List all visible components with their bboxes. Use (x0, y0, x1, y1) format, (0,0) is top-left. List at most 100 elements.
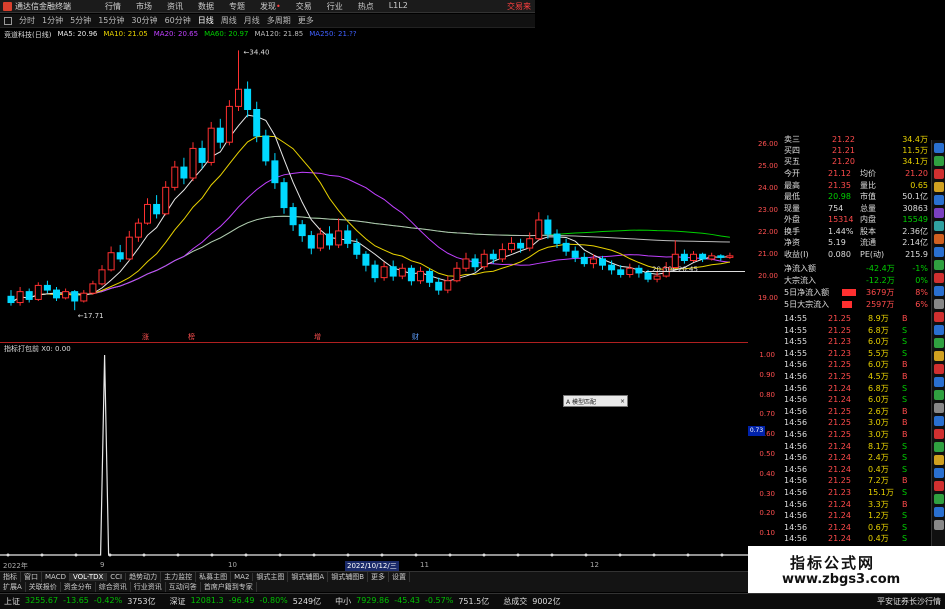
candle[interactable] (189, 142, 197, 182)
indicator-tab[interactable]: 窗口 (21, 572, 42, 582)
trade-link[interactable]: 交易来 (507, 1, 531, 12)
candle[interactable] (389, 260, 397, 281)
candle[interactable] (635, 265, 643, 278)
candle[interactable] (253, 101, 261, 143)
indicator-tab[interactable]: MA2 (231, 573, 254, 581)
candle[interactable] (98, 265, 106, 286)
menu-item[interactable]: 发现• (260, 1, 281, 12)
indicator-tab[interactable]: 指标 (0, 572, 21, 582)
toolbar-icon[interactable] (934, 299, 944, 309)
candle[interactable] (508, 237, 515, 253)
toolbar-icon[interactable] (934, 325, 944, 335)
toolbar-icon[interactable] (934, 260, 944, 270)
candle[interactable] (335, 218, 343, 249)
candle[interactable] (326, 226, 333, 250)
toolbar-icon[interactable] (934, 403, 944, 413)
toolbar-icon[interactable] (934, 338, 944, 348)
indicator-tab[interactable]: 私募主图 (196, 572, 232, 582)
period-tab[interactable]: 分时 (19, 15, 35, 26)
candle[interactable] (708, 252, 716, 261)
indicator-tab[interactable]: 钢式辅图B (328, 572, 369, 582)
candle[interactable] (7, 290, 15, 306)
indicator-tab[interactable]: 趋势动力 (126, 572, 162, 582)
candle[interactable] (307, 230, 315, 255)
model-popup[interactable]: A 模型匹配 × (563, 395, 628, 407)
toolbar-icon[interactable] (934, 416, 944, 426)
candle[interactable] (726, 252, 734, 259)
info-tab[interactable]: 扩展A (0, 582, 26, 592)
period-tab[interactable]: 周线 (221, 15, 237, 26)
candle[interactable] (235, 50, 242, 112)
menu-item[interactable]: 行情 (105, 1, 121, 12)
candle[interactable] (25, 288, 33, 303)
candle[interactable] (43, 280, 51, 294)
candle[interactable] (298, 220, 306, 242)
indicator-tab[interactable]: 设置 (389, 572, 411, 582)
period-tab[interactable]: 30分钟 (131, 15, 157, 26)
index-quote[interactable]: 上证 3255.67 -13.65 -0.42% 3753亿 (0, 596, 156, 607)
candle[interactable] (134, 218, 142, 242)
candle[interactable] (498, 243, 506, 263)
candle[interactable] (116, 244, 124, 263)
period-tab[interactable]: 更多 (298, 15, 314, 26)
candle[interactable] (171, 160, 179, 191)
candle[interactable] (125, 230, 133, 261)
indicator-chart[interactable] (0, 343, 748, 561)
indicator-tab[interactable]: 主力监控 (161, 572, 197, 582)
candle[interactable] (107, 246, 115, 272)
candle[interactable] (571, 246, 579, 263)
toolbar-icon[interactable] (934, 481, 944, 491)
candle[interactable] (417, 266, 424, 284)
toolbar-icon[interactable] (934, 351, 944, 361)
news-ticker[interactable]: 平安证券长沙行情 (877, 596, 945, 607)
event-marker[interactable]: 财 (412, 332, 419, 341)
toolbar-icon[interactable] (934, 143, 944, 153)
candle[interactable] (626, 263, 634, 278)
period-tab[interactable]: 60分钟 (165, 15, 191, 26)
menu-item[interactable]: 交易 (296, 1, 312, 12)
candle[interactable] (16, 286, 24, 306)
indicator-tab[interactable]: 更多 (368, 572, 390, 582)
toolbar-icon[interactable] (934, 468, 944, 478)
candle[interactable] (353, 238, 361, 259)
menu-item[interactable]: 市场 (136, 1, 152, 12)
menu-item[interactable]: 资讯 (167, 1, 183, 12)
candle[interactable] (89, 280, 97, 295)
candle[interactable] (671, 240, 679, 269)
close-icon[interactable]: × (620, 398, 625, 405)
toolbar-icon[interactable] (934, 312, 944, 322)
toolbar-icon[interactable] (934, 494, 944, 504)
candle[interactable] (380, 262, 388, 281)
candlestick-chart[interactable]: ←34.40 ←17.71 20.30←20.45 涨 榜 增 财 (0, 29, 748, 342)
period-tab[interactable]: 日线 (198, 15, 214, 26)
period-tab[interactable]: 15分钟 (98, 15, 124, 26)
info-tab[interactable]: 关联报价 (26, 582, 61, 592)
indicator-tab[interactable]: VOL-TDX (69, 573, 108, 581)
candle[interactable] (80, 290, 88, 303)
candle[interactable] (198, 140, 206, 169)
menu-item[interactable]: 行业 (327, 1, 343, 12)
toolbar-icon[interactable] (934, 156, 944, 166)
menu-item[interactable]: L1L2 (389, 1, 408, 12)
toolbar-icon[interactable] (934, 169, 944, 179)
candle[interactable] (471, 254, 479, 272)
toolbar-icon[interactable] (934, 195, 944, 205)
candle[interactable] (34, 282, 42, 301)
candle[interactable] (289, 202, 297, 231)
toolbar-icon[interactable] (934, 377, 944, 387)
toolbar-icon[interactable] (934, 221, 944, 231)
info-tab[interactable]: 首席户籍到专家 (201, 582, 257, 592)
info-tab[interactable]: 行业资讯 (131, 582, 166, 592)
toolbar-icon[interactable] (934, 455, 944, 465)
candle[interactable] (362, 251, 370, 272)
toolbar-icon[interactable] (934, 273, 944, 283)
candle[interactable] (244, 81, 252, 118)
indicator-tab[interactable]: MACD (42, 573, 70, 581)
toolbar-icon[interactable] (934, 520, 944, 530)
candle[interactable] (489, 249, 497, 264)
candle[interactable] (407, 265, 415, 286)
candle[interactable] (144, 198, 151, 225)
candle[interactable] (153, 195, 161, 219)
toolbar-icon[interactable] (934, 390, 944, 400)
indicator-tab[interactable]: CCI (107, 573, 127, 581)
